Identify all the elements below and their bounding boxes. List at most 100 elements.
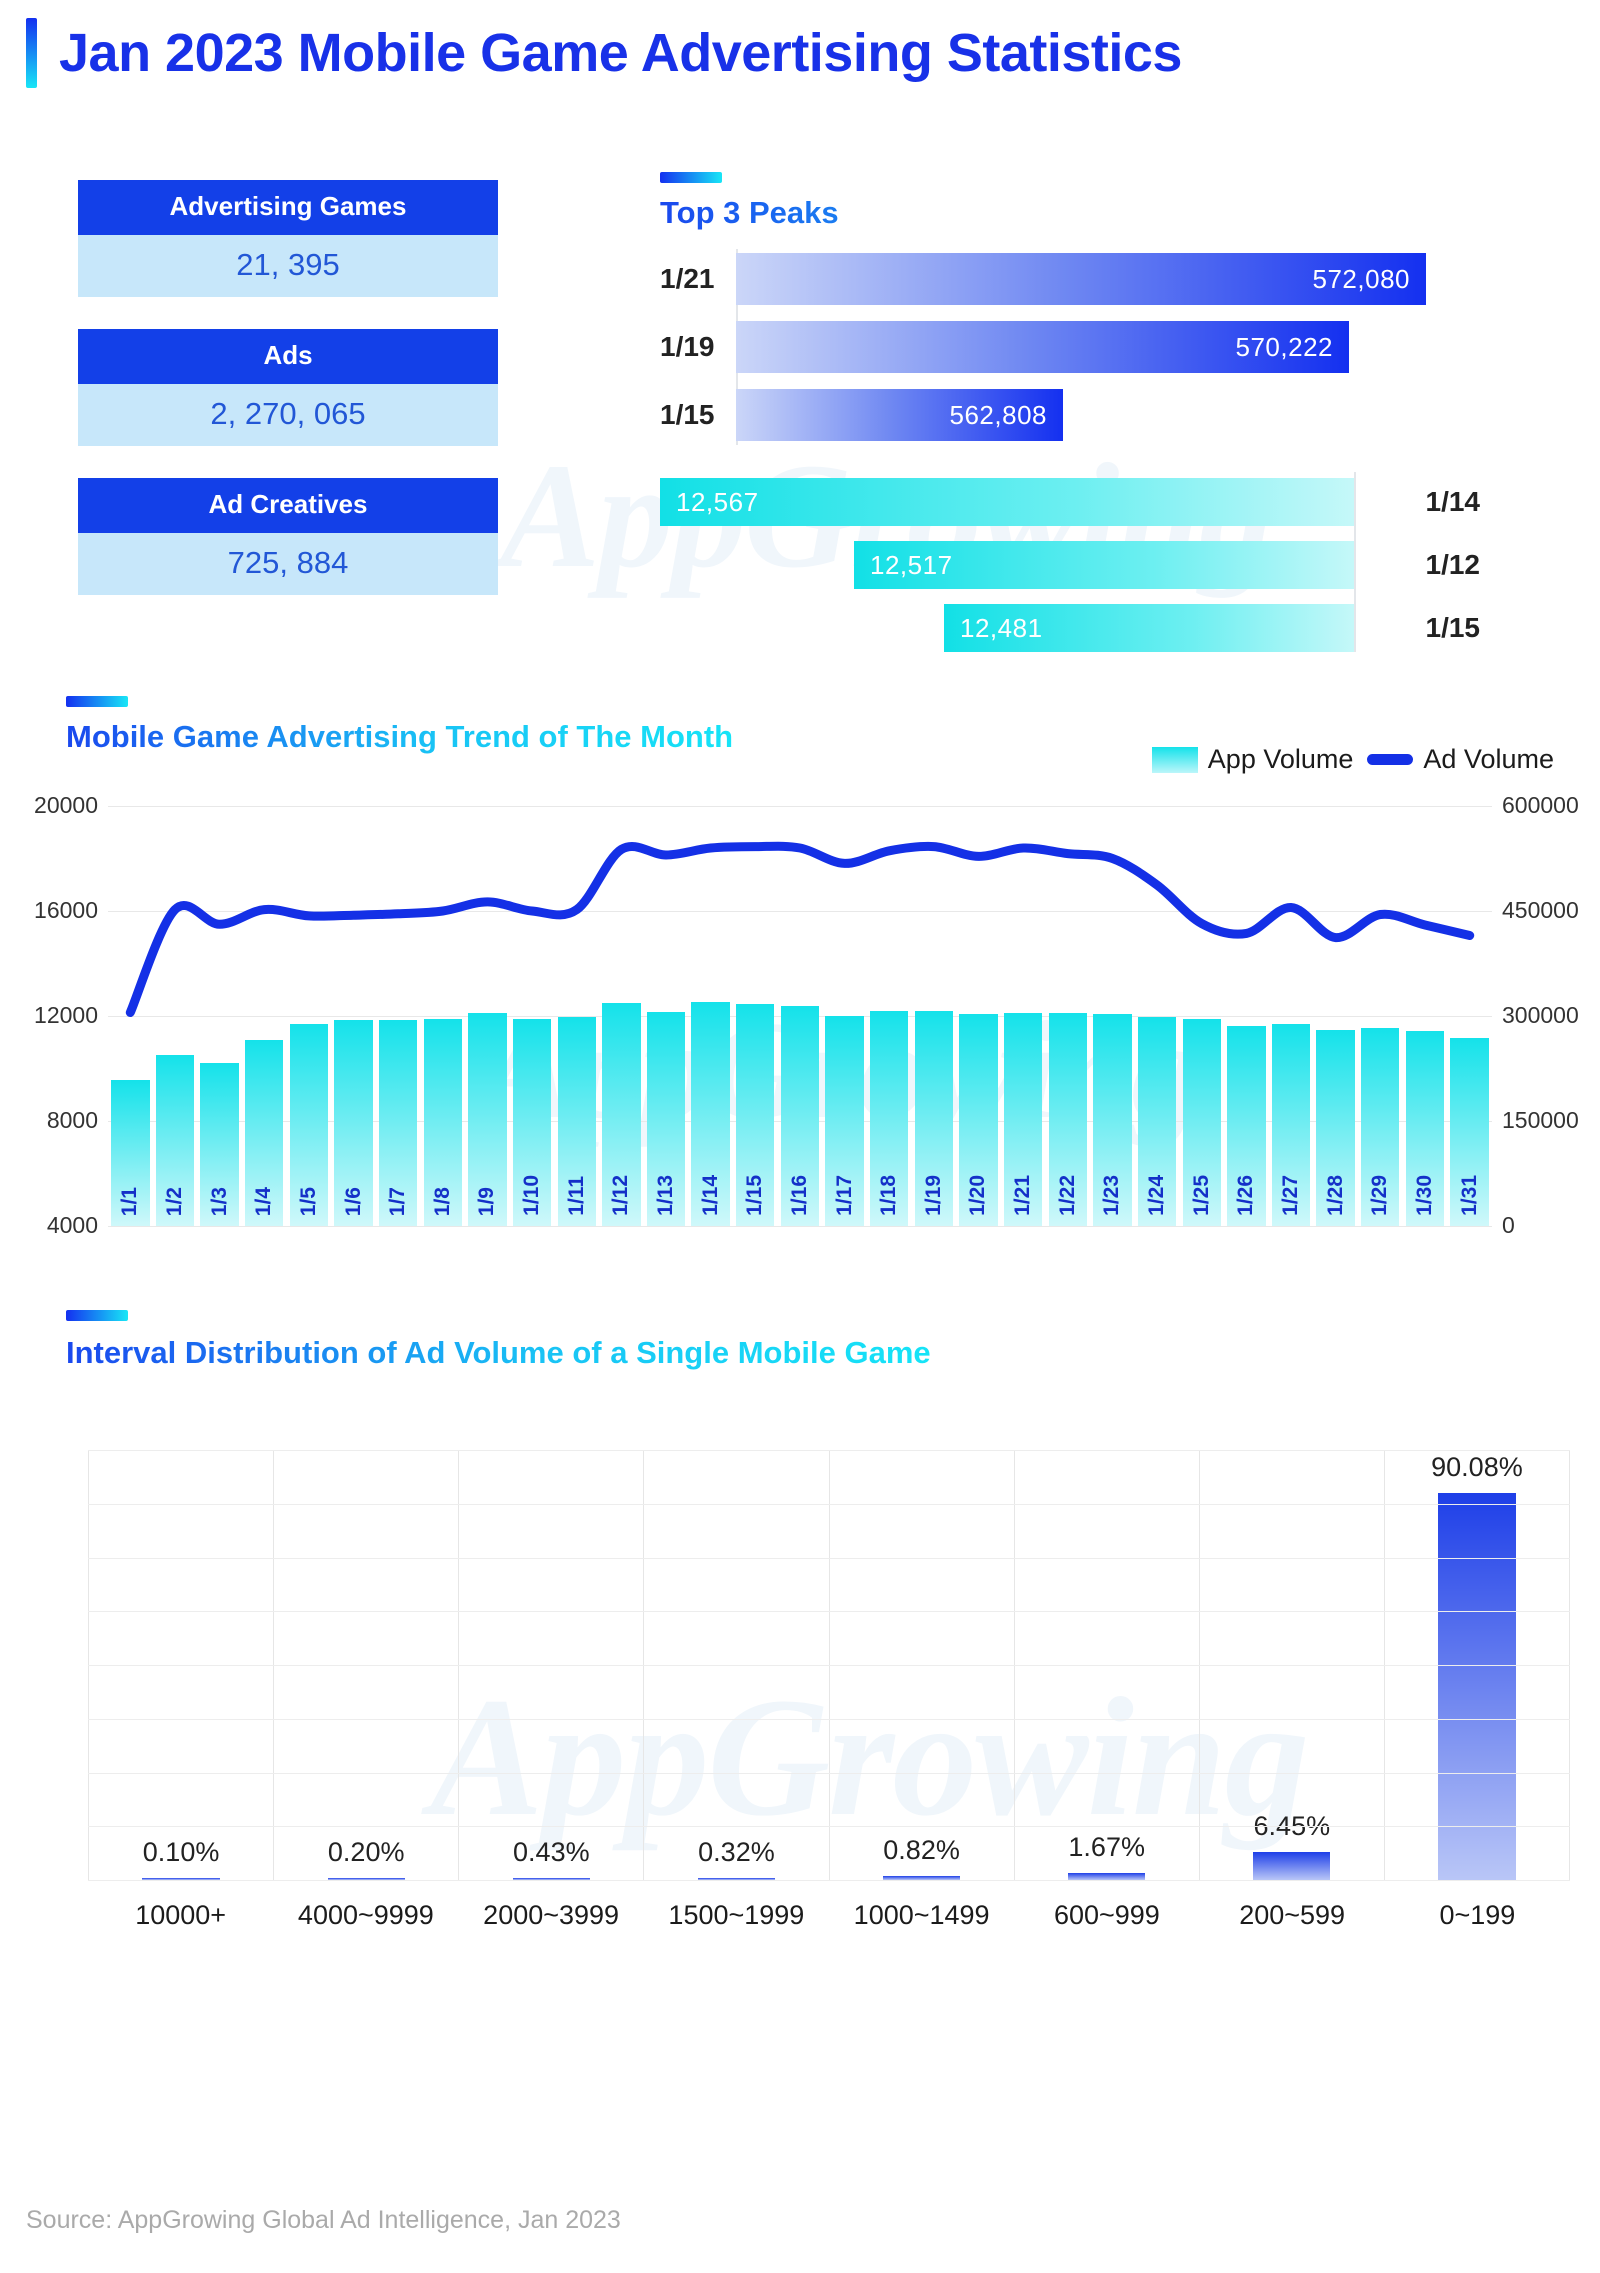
kpi-label: Ads <box>78 329 498 384</box>
gridline <box>88 1450 1570 1451</box>
section-accent-icon <box>660 172 722 183</box>
trend-chart-title: Mobile Game Advertising Trend of The Mon… <box>66 719 734 754</box>
peak-bar: 562,808 <box>736 389 1063 441</box>
legend-label: App Volume <box>1207 744 1354 774</box>
app-peak-rows: 12,567 1/14 12,517 1/12 12,481 1/15 <box>660 472 1480 667</box>
y-tick-left: 8000 <box>46 1107 98 1133</box>
trend-plot-area: 1/1 1/2 1/3 1/4 1/5 1/6 1/7 1/8 1/9 1/10 1/11 1/12 1… <box>108 806 1492 1227</box>
dist-category-label: 600~999 <box>1053 1900 1160 1930</box>
app-peak-date: 1/14 <box>1425 486 1481 517</box>
gridline <box>88 1772 1570 1774</box>
gridline <box>108 1226 1492 1227</box>
trend-header: Mobile Game Advertising Trend of The Mon… <box>66 696 733 755</box>
kpi-value: 21, 395 <box>78 235 498 297</box>
infographic-page: AppGrowing AppGrowing AppGrowing Jan 202… <box>0 0 1600 2273</box>
page-title: Jan 2023 Mobile Game Advertising Statist… <box>26 18 1182 88</box>
app-peak-value: 12,517 <box>870 549 953 580</box>
y-tick-left: 20000 <box>34 792 98 818</box>
dist-header: Interval Distribution of Ad Volume of a … <box>66 1310 931 1371</box>
page-title-text: Jan 2023 Mobile Game Advertising Statist… <box>59 23 1182 83</box>
dist-category-label: 1000~1499 <box>853 1900 990 1930</box>
dist-bar-value-label: 0.20% <box>327 1837 405 1867</box>
y-tick-left: 4000 <box>46 1212 98 1238</box>
gridline <box>88 1718 1570 1720</box>
y-tick-right: 450000 <box>1502 897 1579 923</box>
peak-date: 1/21 <box>660 263 715 294</box>
kpi-card-ad-creatives: Ad Creatives 725, 884 <box>78 478 498 595</box>
y-tick-right: 0 <box>1502 1212 1515 1238</box>
kpi-value: 2, 270, 065 <box>78 384 498 446</box>
app-peak-date: 1/12 <box>1425 549 1481 580</box>
gridline <box>88 1826 1570 1828</box>
app-peak-bar: 12,567 <box>660 478 1356 526</box>
section-accent-icon <box>66 696 128 707</box>
dist-category-label: 10000+ <box>135 1900 227 1930</box>
dist-bar-value-label: 0.10% <box>142 1837 220 1867</box>
legend-swatch-bar-icon <box>1151 746 1198 773</box>
app-peak-bar: 12,517 <box>854 541 1356 589</box>
title-accent-bar <box>26 18 37 88</box>
peak-row: 1/21 572,080 <box>660 253 1426 305</box>
peak-bar: 572,080 <box>736 253 1426 305</box>
gridline <box>88 1503 1570 1505</box>
app-peak-row: 12,567 1/14 <box>660 478 1480 526</box>
gridline <box>88 1611 1570 1613</box>
kpi-card-ads: Ads 2, 270, 065 <box>78 329 498 446</box>
gridline <box>88 1665 1570 1666</box>
peak-value: 562,808 <box>949 399 1047 430</box>
ad-volume-line <box>108 806 1492 1226</box>
top-3-peaks-title: Top 3 Peaks <box>660 195 1426 231</box>
trend-plot-wrap: 20000 16000 12000 8000 4000 600000 450000 3000… <box>0 792 1600 1238</box>
legend-item-ad-volume: Ad Volume <box>1367 744 1554 775</box>
peak-row: 1/15 562,808 <box>660 389 1426 441</box>
source-footer: Source: AppGrowing Global Ad Intelligenc… <box>26 2206 621 2234</box>
top-3-peaks-section: Top 3 Peaks 1/21 572,080 1/19 570,222 1/… <box>660 172 1426 457</box>
peak-date: 1/15 <box>660 399 715 430</box>
dist-plot-area: 0.10% 0.20% 0.43% 0.32% 0.82% 1.67% 6.45% 90.08… <box>88 1450 1570 1881</box>
dist-bar-value-label: 0.32% <box>698 1837 775 1867</box>
kpi-label: Advertising Games <box>78 180 498 235</box>
dist-category-label: 200~599 <box>1239 1900 1346 1930</box>
dist-x-axis-labels: 10000+ 4000~9999 2000~3999 1500~1999 1000~14… <box>88 1900 1570 1931</box>
y-tick-right: 600000 <box>1502 792 1579 818</box>
section-accent-icon <box>66 1310 128 1321</box>
peak-value: 572,080 <box>1312 263 1410 294</box>
dist-category-label: 2000~3999 <box>483 1900 620 1930</box>
y-tick-left: 16000 <box>34 897 98 923</box>
app-peak-row: 12,517 1/12 <box>660 541 1480 589</box>
gridline <box>88 1880 1570 1881</box>
app-peak-value: 12,481 <box>960 612 1043 643</box>
kpi-label: Ad Creatives <box>78 478 498 533</box>
y-tick-right: 150000 <box>1502 1107 1579 1133</box>
dist-category-label: 4000~9999 <box>297 1900 434 1930</box>
legend-label: Ad Volume <box>1423 744 1554 774</box>
dist-bar-value-label: 90.08% <box>1431 1451 1523 1482</box>
trend-legend: App Volume Ad Volume <box>1151 744 1554 775</box>
dist-bar-value-label: 1.67% <box>1068 1831 1145 1862</box>
legend-item-app-volume: App Volume <box>1151 744 1354 775</box>
dist-category-label: 0~199 <box>1439 1900 1516 1930</box>
peak-row: 1/19 570,222 <box>660 321 1426 373</box>
y-tick-right: 300000 <box>1502 1002 1579 1028</box>
kpi-value: 725, 884 <box>78 533 498 595</box>
dist-chart-title: Interval Distribution of Ad Volume of a … <box>66 1335 931 1370</box>
peak-date: 1/19 <box>660 331 715 362</box>
dist-bar-value-label: 0.43% <box>513 1837 590 1867</box>
gridline <box>88 1557 1570 1559</box>
dist-bar <box>1253 1852 1331 1880</box>
app-peak-row: 12,481 1/15 <box>660 604 1480 652</box>
dist-bar-value-label: 0.82% <box>883 1835 960 1866</box>
app-peak-date: 1/15 <box>1425 612 1481 643</box>
legend-swatch-line-icon <box>1367 754 1414 765</box>
dist-bar <box>1068 1872 1146 1880</box>
y-tick-left: 12000 <box>34 1002 98 1028</box>
ad-peak-rows: 1/21 572,080 1/19 570,222 1/15 562,808 <box>660 249 1426 445</box>
kpi-group: Advertising Games 21, 395 Ads 2, 270, 06… <box>78 180 498 627</box>
app-peak-value: 12,567 <box>676 486 759 517</box>
kpi-card-advertising-games: Advertising Games 21, 395 <box>78 180 498 297</box>
peak-bar: 570,222 <box>736 321 1349 373</box>
app-peak-bar: 12,481 <box>944 604 1356 652</box>
peak-value: 570,222 <box>1235 331 1333 362</box>
dist-category-label: 1500~1999 <box>668 1900 805 1930</box>
dist-bar <box>1438 1492 1516 1880</box>
